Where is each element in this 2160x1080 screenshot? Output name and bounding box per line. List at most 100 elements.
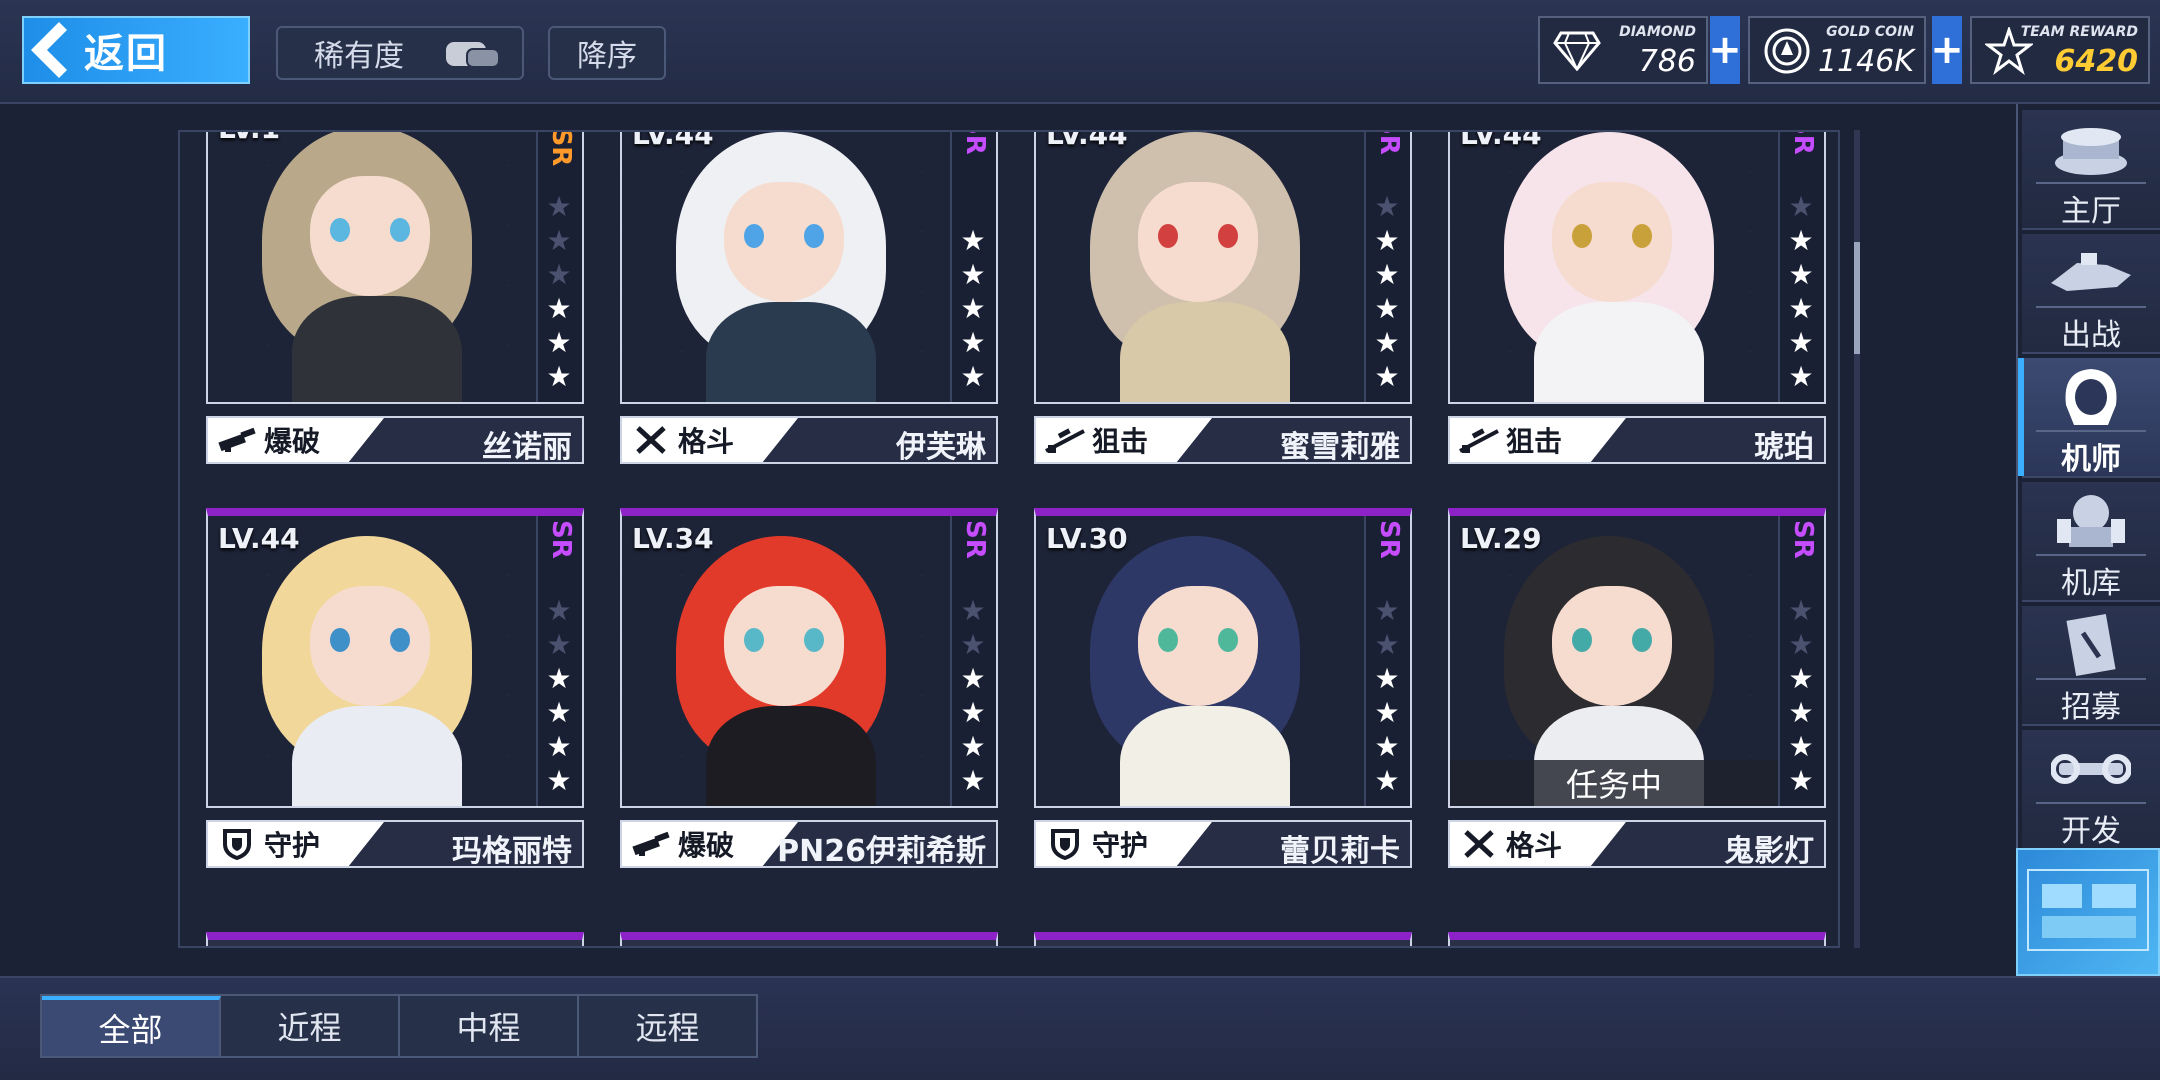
sort-order-button[interactable]: 降序 (548, 26, 666, 80)
pilot-card-partial[interactable] (1448, 932, 1826, 946)
add-gold-button[interactable]: + (1930, 16, 1964, 84)
recruit-card-icon (2046, 612, 2136, 678)
star-filled-icon: ★ (1788, 326, 1814, 359)
tab-mid-range[interactable]: 中程 (400, 996, 579, 1056)
nav-label: 招募 (2061, 690, 2121, 725)
pilot-class: 爆破 (622, 822, 798, 866)
crossed-swords-icon (630, 425, 672, 455)
pilot-name: 琥珀 (1754, 430, 1814, 465)
pilot-class-label: 狙击 (1092, 425, 1149, 458)
star-filled-icon: ★ (960, 326, 986, 359)
sort-order-label: 降序 (577, 39, 637, 74)
pilot-card[interactable]: SR ★ ★ ★ ★ ★ ★ LV.44 守护 玛格丽特 (206, 508, 584, 869)
nav-label: 出战 (2061, 318, 2121, 353)
star-empty-icon: ★ (1788, 190, 1814, 223)
rarity-strip: SR ★ ★ ★ ★ ★ ★ (1778, 132, 1824, 402)
pilot-illustration (252, 536, 502, 806)
nav-hall[interactable]: 主厅 (2022, 110, 2160, 230)
rarity-badge: SSR (546, 130, 576, 167)
pilot-portrait: SR ★ ★ ★ ★ ★ ★ LV.44 (1448, 130, 1826, 404)
star-filled-icon: ★ (960, 360, 986, 393)
rarity-badge: SR (1374, 130, 1404, 155)
star-filled-icon: ★ (1788, 730, 1814, 763)
star-filled-icon: ★ (1374, 696, 1400, 729)
add-diamond-button[interactable]: + (1708, 16, 1742, 84)
star-empty-icon: ★ (1374, 190, 1400, 223)
nav-hangar[interactable]: 机库 (2022, 482, 2160, 602)
rarity-badge: SR (960, 520, 990, 559)
gold-coin-counter: GOLD COIN 1146K (1748, 16, 1926, 84)
tab-long-range[interactable]: 远程 (579, 996, 756, 1056)
pilot-class: 爆破 (208, 418, 384, 462)
pilot-card[interactable]: SSR★★★★★★LV.1爆破丝诺丽 (206, 130, 584, 465)
pilot-level: LV.44 (1460, 130, 1542, 151)
star-filled-icon: ★ (1788, 258, 1814, 291)
back-button[interactable]: 返回 (22, 16, 250, 84)
star-filled-icon: ★ (1788, 662, 1814, 695)
sniper-rifle-icon (1044, 425, 1086, 455)
battle-icon (2046, 240, 2136, 306)
star-filled-icon: ★ (546, 326, 572, 359)
rarity-strip: SR ★ ★ ★ ★ ★ ★ (1364, 516, 1410, 806)
pilot-card-partial[interactable] (620, 932, 998, 946)
pilot-card-partial[interactable] (1034, 932, 1412, 946)
pilot-portrait: SR ★ ★ ★ ★ ★ ★ LV.34 (620, 508, 998, 808)
star-filled-icon: ★ (1374, 258, 1400, 291)
pilot-name: 蕾贝莉卡 (1280, 834, 1400, 869)
pilot-card[interactable]: SR ★ ★ ★ ★ ★ ★ LV.30 守护 蕾贝莉卡 (1034, 508, 1412, 869)
shield-icon (216, 829, 258, 860)
pilot-portrait: SSR★★★★★★LV.1 (206, 130, 584, 404)
pilot-card[interactable]: SR ★ ★ ★ ★ ★ ★ LV.29 任务中 格斗 鬼影灯 (1448, 508, 1826, 869)
star-empty-icon: ★ (546, 628, 572, 661)
pilot-card[interactable]: SR ★ ★ ★ ★ ★ ★ LV.44 狙击 蜜雪莉雅 (1034, 130, 1412, 465)
star-empty-icon: ★ (1788, 594, 1814, 627)
tab-all[interactable]: 全部 (42, 996, 221, 1056)
pilot-portrait: SR ★ ★ ★ ★ ★ ★ LV.30 (1034, 508, 1412, 808)
star-filled-icon: ★ (960, 292, 986, 325)
pilot-level: LV.44 (218, 522, 300, 555)
pilot-class-label: 爆破 (264, 425, 321, 458)
rarity-filter-button[interactable]: 稀有度 (276, 26, 524, 80)
scrollbar-thumb[interactable] (1854, 242, 1860, 354)
nav-pilot[interactable]: 机师 (2018, 358, 2160, 478)
pilot-card[interactable]: SR ★ ★ ★ ★ ★ ★ LV.44 狙击 琥珀 (1448, 130, 1826, 465)
rarity-strip: SR ★ ★ ★ ★ ★ ★ (1778, 516, 1824, 806)
star-filled-icon: ★ (546, 730, 572, 763)
nav-develop[interactable]: 开发 (2022, 730, 2160, 850)
star-filled-icon: ★ (546, 764, 572, 797)
pilot-class-label: 守护 (264, 829, 321, 862)
pilot-grid[interactable]: SSR★★★★★★LV.1爆破丝诺丽SR★★★★★LV.44格斗伊芙琳SR★★★… (178, 130, 1840, 948)
pilot-illustration (1080, 536, 1330, 806)
star-filled-icon: ★ (1374, 730, 1400, 763)
pilot-card[interactable]: SR ★ ★ ★ ★ ★ LV.44 格斗 伊芙琳 (620, 132, 998, 465)
pilot-illustration (666, 536, 916, 806)
star-filled-icon: ★ (960, 764, 986, 797)
pilot-portrait: SR ★ ★ ★ ★ ★ ★ LV.29 任务中 (1448, 508, 1826, 808)
pilot-card[interactable]: SR ★ ★ ★ ★ ★ ★ LV.34 爆破 PN26伊莉希斯 (620, 508, 998, 869)
rarity-strip: SR ★ ★ ★ ★ ★ ★ (950, 516, 996, 806)
base-preview-thumbnail[interactable] (2016, 848, 2160, 976)
pilot-info-bar: 狙击 琥珀 (1448, 416, 1826, 465)
rarity-strip: SR ★ ★ ★ ★ ★ ★ (536, 516, 582, 806)
pilot-illustration (1494, 132, 1744, 402)
star-filled-icon: ★ (1374, 764, 1400, 797)
rarity-strip: SR ★ ★ ★ ★ ★ (950, 132, 996, 402)
pilot-name: 蜜雪莉雅 (1280, 430, 1400, 465)
star-filled-icon: ★ (960, 258, 986, 291)
hangar-icon (2046, 488, 2136, 554)
pilot-card-partial[interactable] (206, 932, 584, 946)
nav-recruit[interactable]: 招募 (2022, 606, 2160, 726)
pilot-illustration (1080, 132, 1330, 402)
star-filled-icon: ★ (1788, 696, 1814, 729)
chevron-left-icon (24, 18, 74, 82)
side-nav: 主厅出战机师 机库招募开发 (2016, 104, 2160, 976)
gold-coin-label: GOLD COIN (1826, 24, 1914, 40)
nav-battle[interactable]: 出战 (2022, 234, 2160, 354)
top-bar: 返回 稀有度 降序 DIAMOND 786 + GOLD COIN 1146K … (0, 0, 2160, 104)
pilot-class-label: 狙击 (1506, 425, 1563, 458)
pilot-class-label: 守护 (1092, 829, 1149, 862)
tab-short-range[interactable]: 近程 (221, 996, 400, 1056)
star-filled-icon: ★ (546, 696, 572, 729)
star-filled-icon: ★ (1788, 224, 1814, 257)
star-empty-icon: ★ (546, 190, 572, 223)
